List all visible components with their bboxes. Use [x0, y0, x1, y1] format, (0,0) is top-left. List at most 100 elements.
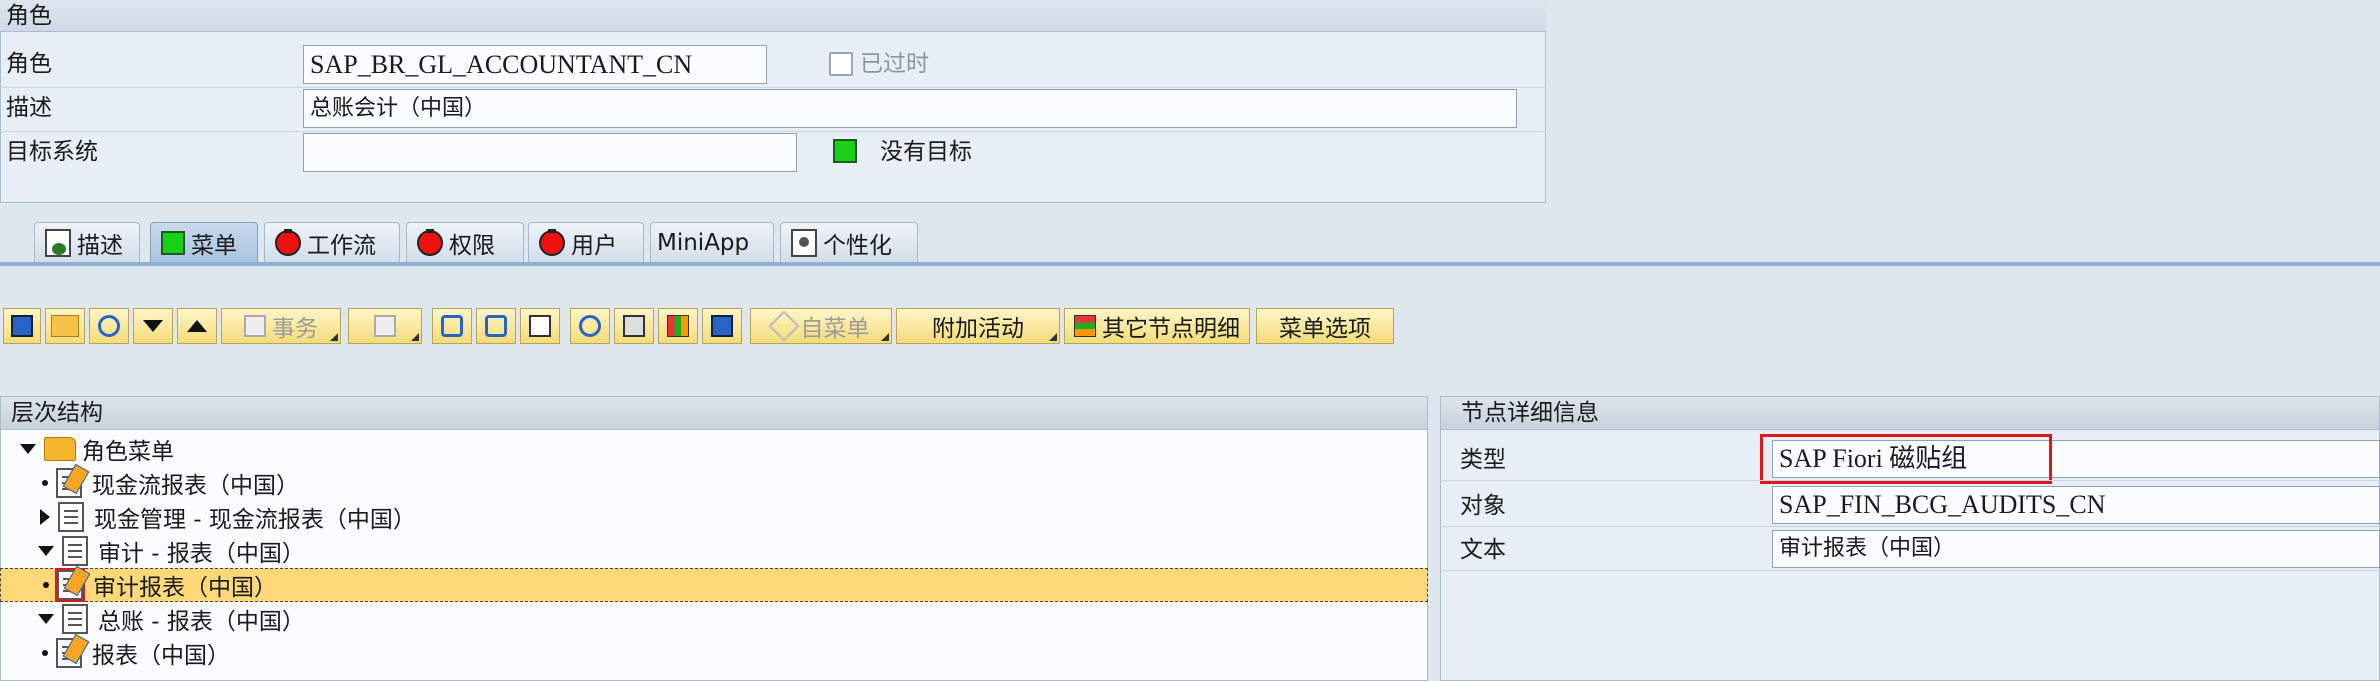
print-button[interactable] — [614, 308, 654, 344]
no-target-label: 没有目标 — [880, 139, 972, 165]
tree-node-label: 现金流报表（中国） — [92, 473, 299, 499]
tab-authorizations[interactable]: 权限 — [406, 222, 524, 262]
obsolete-checkbox[interactable] — [829, 52, 853, 76]
red-status-icon — [417, 228, 443, 256]
description-field[interactable]: 总账会计（中国） — [303, 89, 1517, 128]
report-button[interactable] — [658, 308, 698, 344]
red-status-icon — [275, 228, 301, 256]
hierarchy-title: 层次结构 — [0, 396, 1428, 430]
binoculars-icon — [441, 315, 463, 337]
display-roles-button[interactable] — [3, 308, 41, 344]
move-up-button[interactable] — [177, 308, 217, 344]
tree-node-label: 总账 - 报表（中国） — [98, 609, 305, 635]
fiori-tile-icon — [56, 633, 90, 668]
dropdown-corner-icon — [1049, 333, 1057, 341]
menu-options-button[interactable]: 菜单选项 — [1256, 308, 1394, 344]
printer-icon — [623, 315, 645, 337]
dropdown-corner-icon — [411, 333, 419, 341]
tree-node-label: 现金管理 - 现金流报表（中国） — [94, 507, 416, 533]
move-down-button[interactable] — [133, 308, 173, 344]
target-system-field[interactable] — [303, 133, 797, 172]
find-next-button[interactable] — [476, 308, 516, 344]
submenu-button[interactable]: 自菜单 — [750, 308, 892, 344]
transaction-button[interactable]: 事务 — [221, 308, 341, 344]
personalize-icon — [791, 228, 817, 257]
tab-user[interactable]: 用户 — [528, 222, 644, 262]
object-field[interactable]: SAP_FIN_BCG_AUDITS_CN — [1772, 486, 2380, 524]
tree-node-role-menu[interactable]: 角色菜单 — [0, 432, 1428, 466]
tree-node[interactable]: 审计 - 报表（中国） — [0, 534, 1428, 568]
role-field[interactable]: SAP_BR_GL_ACCOUNTANT_CN — [303, 45, 767, 84]
add-transaction-icon — [244, 315, 266, 337]
additional-activities-button[interactable]: 附加活动 — [896, 308, 1060, 344]
dropdown-corner-icon — [881, 333, 889, 341]
info-button[interactable] — [702, 308, 742, 344]
collapse-arrow-icon[interactable] — [40, 509, 50, 525]
find-button[interactable] — [432, 308, 472, 344]
submenu-label: 自菜单 — [800, 316, 870, 342]
tab-label: 权限 — [449, 232, 495, 259]
row-divider — [0, 131, 1546, 132]
tab-miniapp[interactable]: MiniApp — [650, 222, 774, 262]
expand-arrow-icon[interactable] — [38, 614, 54, 624]
binoculars-plus-icon — [485, 315, 507, 337]
tree-node[interactable]: 现金流报表（中国） — [0, 463, 1428, 500]
red-status-icon — [539, 228, 565, 256]
tab-workflow[interactable]: 工作流 — [264, 222, 400, 262]
fiori-tile-icon — [55, 565, 91, 602]
create-folder-button[interactable] — [45, 308, 85, 344]
leaf-bullet-icon — [42, 480, 48, 486]
chart-icon — [667, 315, 689, 337]
text-field[interactable]: 审计报表（中国） — [1772, 530, 2380, 568]
tree-node[interactable]: 现金管理 - 现金流报表（中国） — [0, 500, 1428, 534]
node-details-icon — [1074, 315, 1096, 337]
description-label: 描述 — [6, 95, 52, 121]
tab-menu[interactable]: 菜单 — [150, 222, 258, 262]
leaf-bullet-icon — [42, 650, 48, 656]
leaf-bullet-icon — [43, 582, 49, 588]
tree-node[interactable]: 总账 - 报表（中国） — [0, 602, 1428, 636]
additional-activities-label: 附加活动 — [932, 316, 1024, 342]
expand-arrow-icon[interactable] — [38, 546, 54, 556]
transaction-label: 事务 — [272, 316, 318, 342]
undo-icon — [98, 315, 120, 337]
object-label: 对象 — [1460, 493, 1506, 519]
target-system-label: 目标系统 — [6, 139, 98, 165]
tab-label: 描述 — [77, 232, 123, 259]
delete-node-button[interactable] — [348, 308, 422, 344]
tab-strip-line — [0, 262, 2380, 266]
dropdown-corner-icon — [330, 333, 338, 341]
magnifier-icon — [579, 315, 601, 337]
arrow-down-icon — [143, 320, 163, 332]
undo-button[interactable] — [89, 308, 129, 344]
submenu-icon — [767, 310, 800, 342]
expand-icon — [529, 315, 551, 337]
menu-options-label: 菜单选项 — [1279, 316, 1371, 342]
tab-description[interactable]: 描述 — [34, 222, 140, 262]
node-details-title: 节点详细信息 — [1440, 396, 2380, 430]
delete-node-icon — [374, 315, 396, 337]
highlight-box — [1760, 434, 2052, 484]
row-divider — [1440, 480, 2380, 481]
target-status-icon — [833, 139, 857, 163]
info-icon — [711, 315, 733, 337]
green-status-icon — [161, 230, 185, 255]
folder-open-icon — [44, 437, 76, 461]
tree-node-label: 审计报表（中国） — [93, 575, 277, 601]
role-panel-title: 角色 — [0, 0, 1546, 32]
row-divider — [0, 87, 1546, 88]
arrow-up-icon — [187, 320, 207, 332]
folder-icon — [51, 315, 79, 337]
list-icon — [62, 536, 88, 566]
tree-node-selected[interactable]: 审计报表（中国） — [0, 565, 1428, 602]
other-node-details-button[interactable]: 其它节点明细 — [1064, 308, 1250, 344]
row-divider — [1440, 526, 2380, 527]
tree-node-label: 角色菜单 — [82, 439, 174, 465]
zoom-button[interactable] — [570, 308, 610, 344]
tree-node[interactable]: 报表（中国） — [0, 633, 1428, 670]
expand-arrow-icon[interactable] — [20, 444, 36, 454]
tab-personalization[interactable]: 个性化 — [780, 222, 918, 262]
expand-subtree-button[interactable] — [520, 308, 560, 344]
document-icon — [45, 228, 71, 257]
list-icon — [62, 604, 88, 634]
